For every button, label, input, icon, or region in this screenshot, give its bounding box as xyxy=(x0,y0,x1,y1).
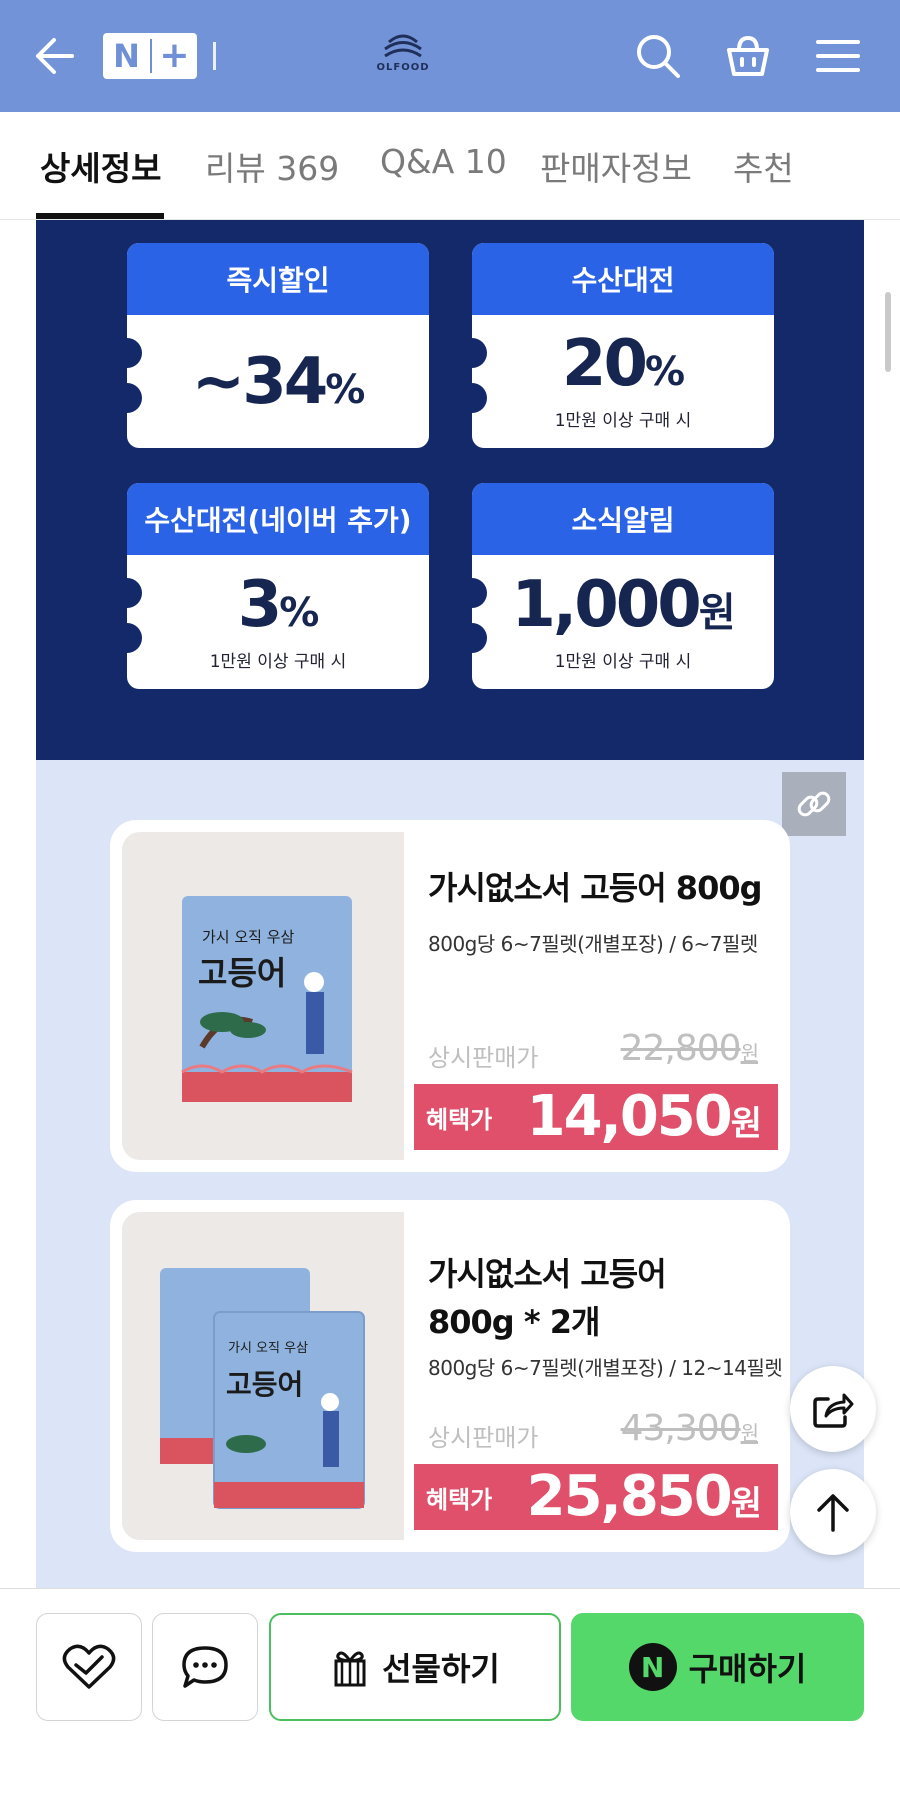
list-price-label: 상시판매가 xyxy=(428,1424,539,1452)
naver-pay-icon: N xyxy=(628,1643,677,1691)
coupon-news-alert: 소식알림 1,000원 1만원 이상 구매 시 xyxy=(472,483,774,689)
discount-coupon-section: 즉시할인 ~34% 수산대전 20% 1만원 이상 구매 시 수산대전(네이버 … xyxy=(36,220,864,760)
coupon-fisheries-fair: 수산대전 20% 1만원 이상 구매 시 xyxy=(472,243,774,448)
benefit-label: 혜택가 xyxy=(426,1485,493,1514)
package-top-text: 가시 오직 우삼 xyxy=(228,1341,308,1356)
gift-button[interactable]: 선물하기 xyxy=(269,1613,561,1721)
gift-label: 선물하기 xyxy=(382,1650,500,1688)
list-price: 43,300원 xyxy=(620,1408,759,1449)
benefit-price: 14,050원 xyxy=(526,1084,762,1149)
back-arrow-icon[interactable] xyxy=(22,24,86,88)
coupon-instant-discount: 즉시할인 ~34% xyxy=(127,243,429,448)
scrollbar[interactable] xyxy=(885,292,891,372)
logo-text: OLFOOD xyxy=(376,62,430,73)
nplus-plus: + xyxy=(159,35,190,76)
bottom-action-bar: 선물하기 N 구매하기 xyxy=(0,1588,900,1817)
coupon-value: 3% xyxy=(237,567,320,642)
tab-reviews[interactable]: 리뷰 369 xyxy=(205,142,339,190)
coupon-title: 수산대전(네이버 추가) xyxy=(127,483,429,555)
product-title: 가시없소서 고등어 800g * 2개 xyxy=(428,1250,667,1346)
detail-tabs: 상세정보 리뷰 369 Q&A 10 판매자정보 추천 xyxy=(0,112,900,220)
coupon-naver-extra: 수산대전(네이버 추가) 3% 1만원 이상 구매 시 xyxy=(127,483,429,689)
buy-button[interactable]: N 구매하기 xyxy=(571,1613,864,1721)
coupon-value: 20% xyxy=(561,327,685,401)
benefit-price: 25,850원 xyxy=(526,1464,762,1529)
coupon-condition: 1만원 이상 구매 시 xyxy=(554,411,692,431)
coupon-value: ~34% xyxy=(191,344,366,419)
link-icon xyxy=(797,791,831,817)
naver-plus-logo[interactable]: N + xyxy=(103,33,197,79)
olfood-logo[interactable]: OLFOOD xyxy=(370,30,436,82)
coupon-title: 소식알림 xyxy=(472,483,774,555)
header-divider xyxy=(213,42,216,70)
buy-label: 구매하기 xyxy=(688,1650,807,1688)
olfood-wave-icon xyxy=(384,34,422,58)
package-top-text: 가시 오직 우삼 xyxy=(202,928,295,946)
tab-qna[interactable]: Q&A 10 xyxy=(380,142,507,181)
coupon-condition: 1만원 이상 구매 시 xyxy=(554,651,692,672)
top-header: N + OLFOOD xyxy=(0,0,900,112)
coupon-body: ~34% xyxy=(127,315,429,448)
coupon-value: 1,000원 xyxy=(511,567,735,642)
list-price: 22,800원 xyxy=(620,1028,759,1069)
product-spec: 800g당 6~7필렛(개별포장) / 12~14필렛 xyxy=(428,1356,783,1380)
product-image: 가시 오직 우삼 고등어 xyxy=(122,1212,404,1540)
wishlist-button[interactable] xyxy=(36,1613,142,1721)
link-copy-button[interactable] xyxy=(782,772,846,836)
coupon-title: 수산대전 xyxy=(472,243,774,315)
nplus-n: N xyxy=(113,37,140,75)
share-icon xyxy=(813,1393,854,1428)
search-icon[interactable] xyxy=(626,24,690,88)
coupon-body: 3% 1만원 이상 구매 시 xyxy=(127,555,429,689)
talk-talk-button[interactable] xyxy=(152,1613,258,1721)
share-button[interactable] xyxy=(790,1366,876,1452)
product-card[interactable]: 가시 오직 우삼 고등어 가시없소서 고등어 800g 800g당 6~7필렛(… xyxy=(110,820,790,1172)
package-name-text: 고등어 xyxy=(198,954,286,992)
menu-icon[interactable] xyxy=(806,24,870,88)
heart-check-icon xyxy=(62,1644,116,1689)
list-price-label: 상시판매가 xyxy=(428,1044,539,1072)
mackerel-package-pair-image: 가시 오직 우삼 고등어 xyxy=(160,1268,365,1509)
benefit-label: 혜택가 xyxy=(426,1105,493,1134)
product-title: 가시없소서 고등어 800g xyxy=(428,869,763,907)
product-title-line1: 가시없소서 고등어 xyxy=(428,1255,667,1293)
coupon-title: 즉시할인 xyxy=(127,243,429,315)
benefit-price-banner: 혜택가 14,050원 xyxy=(414,1084,778,1150)
coupon-body: 20% 1만원 이상 구매 시 xyxy=(472,315,774,448)
active-tab-indicator xyxy=(36,213,164,219)
gift-icon xyxy=(334,1651,366,1687)
package-name-text: 고등어 xyxy=(226,1368,303,1401)
product-card[interactable]: 가시 오직 우삼 고등어 가시없소서 고등어 800g * 2개 800g당 6… xyxy=(110,1200,790,1552)
cart-icon[interactable] xyxy=(716,24,780,88)
product-spec: 800g당 6~7필렛(개별포장) / 6~7필렛 xyxy=(428,932,758,956)
tab-details[interactable]: 상세정보 xyxy=(40,142,161,190)
chat-bubble-icon xyxy=(182,1646,228,1688)
coupon-condition: 1만원 이상 구매 시 xyxy=(209,651,347,672)
tab-recommend[interactable]: 추천 xyxy=(733,142,794,190)
mackerel-package-image: 가시 오직 우삼 고등어 xyxy=(181,896,353,1102)
scroll-top-button[interactable] xyxy=(790,1469,876,1555)
product-title-line2: 800g * 2개 xyxy=(428,1303,600,1341)
product-image: 가시 오직 우삼 고등어 xyxy=(122,832,404,1160)
coupon-body: 1,000원 1만원 이상 구매 시 xyxy=(472,555,774,689)
benefit-price-banner: 혜택가 25,850원 xyxy=(414,1464,778,1530)
tab-seller-info[interactable]: 판매자정보 xyxy=(540,142,692,190)
arrow-up-icon xyxy=(817,1494,849,1532)
